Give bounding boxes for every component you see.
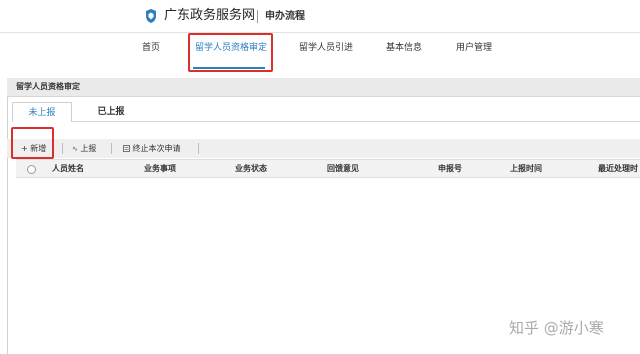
column-header-name[interactable]: 人员姓名 [52,164,84,174]
toolbar-separator [198,143,199,154]
nav-home[interactable]: 首页 [142,42,160,54]
column-header-feedback[interactable]: 回馈意见 [327,164,359,174]
tab-reported[interactable]: 已上报 [88,102,134,122]
site-header [0,0,640,32]
column-header-last-processed-time[interactable]: 最近处理时 [598,164,638,174]
tab-baseline [72,121,640,122]
select-all-checkbox[interactable] [27,165,36,174]
report-icon: ∿ [72,145,78,153]
document-icon [123,145,130,152]
panel-title: 留学人员资格审定 [16,82,80,91]
nav-talent-introduction[interactable]: 留学人员引进 [299,42,353,54]
toolbar-separator [111,143,112,154]
panel-header: 留学人员资格审定 [7,78,640,97]
toolbar-separator [62,143,63,154]
highlight-box-add [11,127,54,159]
header-divider [257,10,258,23]
report-button-label: 上报 [80,144,97,153]
nav-basic-info[interactable]: 基本信息 [386,42,422,54]
nav-user-management[interactable]: 用户管理 [456,42,492,54]
watermark: 知乎 @游小寒 [509,319,604,337]
column-header-business-status[interactable]: 业务状态 [235,164,267,174]
column-header-business-item[interactable]: 业务事项 [144,164,176,174]
highlight-box-nav [188,33,273,72]
terminate-application-button[interactable]: 终止本次申请 [123,143,181,154]
column-header-report-time[interactable]: 上报时间 [510,164,542,174]
report-button[interactable]: ∿ 上报 [72,143,96,155]
site-brand[interactable]: 广东政务服务网 [164,8,255,24]
page-subtitle: 申办流程 [265,11,305,22]
column-header-application-number[interactable]: 申报号 [438,164,462,174]
guangdong-emblem-icon [146,9,156,23]
terminate-button-label: 终止本次申请 [132,144,181,153]
toolbar [7,139,640,158]
header-divider-line [0,32,640,33]
tab-unreported[interactable]: 未上报 [12,102,72,122]
